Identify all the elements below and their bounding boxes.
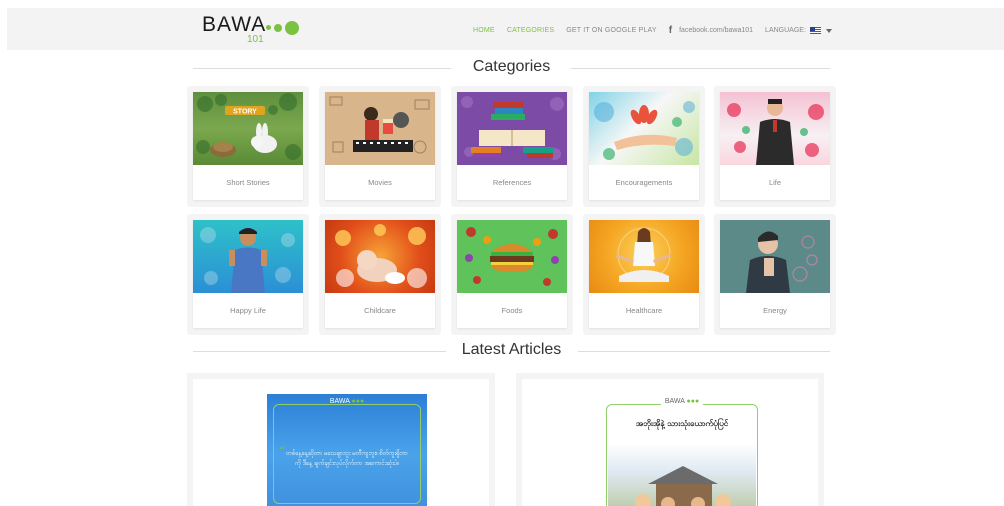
poster-text: တစ်နေ့နေ့ဆိုတာ မသေချာဘူး မတီကျဘူး။ စိတ်က… <box>286 450 408 467</box>
logo-dots-icon: ●●● <box>351 398 365 405</box>
chevron-down-icon <box>825 28 832 33</box>
article-card[interactable]: BAWA ●●● အဘိုးအိုနဲ့ သားသုံးယောက်ပုံပြင် <box>516 373 824 506</box>
logo-dots-icon: ●●● <box>686 398 700 405</box>
svg-text:STORY: STORY <box>233 109 257 116</box>
category-label: Movies <box>368 178 392 187</box>
story-rabbit-illustration: STORY <box>193 92 303 165</box>
poster-logo: BAWA <box>664 398 685 405</box>
poster-title: အဘိုးအိုနဲ့ သားသုံးယောက်ပုံပြင် <box>635 419 729 428</box>
happy-boy-illustration <box>193 220 303 293</box>
lotus-hand-illustration <box>589 92 699 165</box>
category-label: Happy Life <box>230 306 266 315</box>
category-label: Energy <box>763 306 787 315</box>
category-card-foods[interactable]: Foods <box>451 214 573 335</box>
logo-dots-icon <box>266 19 302 37</box>
categories-heading: Categories <box>193 58 830 78</box>
top-header: BAWA 101 HOME CATEGORIES GET IT ON GOOGL… <box>7 8 1004 50</box>
quote-poster: BAWA ●●● “ တစ်နေ့နေ့ဆိုတာ မသေချာဘူး မတီက… <box>267 394 427 506</box>
language-label: LANGUAGE: <box>765 27 806 34</box>
category-label: Life <box>768 178 782 187</box>
baby-illustration <box>325 220 435 293</box>
category-card-energy[interactable]: Energy <box>714 214 836 335</box>
poster-logo: BAWA <box>329 398 350 405</box>
category-card-childcare[interactable]: Childcare <box>319 214 441 335</box>
nav-google-play[interactable]: GET IT ON GOOGLE PLAY <box>566 27 657 34</box>
category-label: Healthcare <box>625 306 663 315</box>
main-nav: HOME CATEGORIES GET IT ON GOOGLE PLAY f … <box>473 25 832 36</box>
language-selector[interactable]: LANGUAGE: <box>765 27 832 34</box>
nav-facebook-link[interactable]: f facebook.com/bawa101 <box>669 25 753 36</box>
facebook-label: facebook.com/bawa101 <box>679 27 754 34</box>
burger-illustration <box>457 220 567 293</box>
article-card[interactable]: BAWA ●●● “ တစ်နေ့နေ့ဆိုတာ မသေချာဘူး မတီက… <box>187 373 495 506</box>
category-card-happy-life[interactable]: Happy Life <box>187 214 309 335</box>
category-card-references[interactable]: References <box>451 86 573 207</box>
category-label: Short Stories <box>226 178 270 187</box>
logo-subtext: 101 <box>247 34 264 45</box>
category-label: Encouragements <box>615 178 673 187</box>
category-label: Childcare <box>364 306 396 315</box>
books-illustration <box>457 92 567 165</box>
farm-illustration <box>608 444 756 506</box>
category-card-healthcare[interactable]: Healthcare <box>583 214 705 335</box>
farm-story-poster: BAWA ●●● အဘိုးအိုနဲ့ သားသုံးယောက်ပုံပြင် <box>602 394 762 506</box>
categories-title: Categories <box>462 58 561 75</box>
movies-illustration <box>325 92 435 165</box>
nav-home[interactable]: HOME <box>473 27 495 34</box>
nav-categories[interactable]: CATEGORIES <box>507 27 554 34</box>
latest-articles-title: Latest Articles <box>451 341 572 358</box>
category-card-life[interactable]: Life <box>714 86 836 207</box>
category-card-short-stories[interactable]: STORY Short Stories <box>187 86 309 207</box>
us-flag-icon <box>809 27 821 34</box>
category-card-movies[interactable]: Movies <box>319 86 441 207</box>
category-card-encouragements[interactable]: Encouragements <box>583 86 705 207</box>
tired-man-illustration <box>720 220 830 293</box>
bawa-logo[interactable]: BAWA 101 <box>202 12 322 52</box>
latest-articles-heading: Latest Articles <box>193 341 830 361</box>
man-suit-illustration <box>720 92 830 165</box>
category-label: References <box>492 178 532 187</box>
facebook-icon: f <box>668 25 673 36</box>
yoga-illustration <box>589 220 699 293</box>
category-label: Foods <box>501 306 523 315</box>
